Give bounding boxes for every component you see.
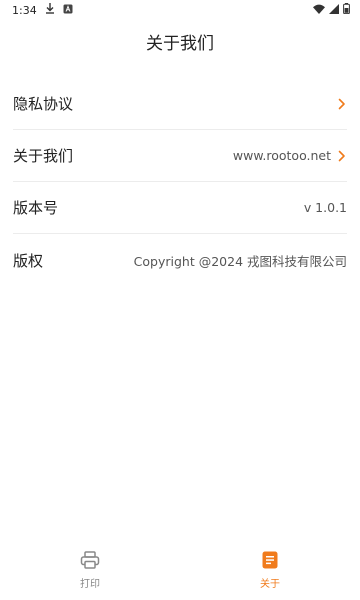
row-label: 版本号 xyxy=(13,199,59,217)
row-label: 隐私协议 xyxy=(13,95,74,113)
row-right: Copyright @2024 戎图科技有限公司 xyxy=(134,251,347,270)
signal-icon xyxy=(329,3,339,17)
battery-icon xyxy=(343,3,350,17)
nav-item-print[interactable]: 打印 xyxy=(0,540,180,600)
row-right: www.rootoo.net xyxy=(233,148,347,163)
nav-label-print: 打印 xyxy=(80,578,100,590)
printer-icon xyxy=(80,550,100,573)
wifi-icon xyxy=(313,4,325,17)
nav-item-about[interactable]: 关于 xyxy=(180,540,360,600)
row-right: v 1.0.1 xyxy=(304,200,347,215)
copyright-value: Copyright @2024 戎图科技有限公司 xyxy=(133,253,347,269)
app-notification-icon xyxy=(63,4,73,17)
status-right xyxy=(313,3,350,17)
nav-label-about: 关于 xyxy=(260,578,280,590)
about-us-row[interactable]: 关于我们 www.rootoo.net xyxy=(13,130,347,182)
status-bar: 1:34 xyxy=(0,0,360,20)
about-screen: 1:34 关于我们 隐私协议 关于我们 www.rootoo.net 版本号 v… xyxy=(0,0,360,600)
chevron-right-icon xyxy=(337,149,347,163)
version-value: v 1.0.1 xyxy=(303,200,347,215)
privacy-policy-row[interactable]: 隐私协议 xyxy=(13,78,347,130)
status-left: 1:34 xyxy=(12,3,73,17)
document-icon xyxy=(262,551,278,573)
copyright-row: 版权 Copyright @2024 戎图科技有限公司 xyxy=(13,234,347,286)
row-label: 关于我们 xyxy=(13,147,74,165)
bottom-nav: 打印 关于 xyxy=(0,540,360,600)
page-title: 关于我们 xyxy=(146,33,214,54)
download-icon xyxy=(45,3,55,17)
header: 关于我们 xyxy=(0,24,360,58)
status-time: 1:34 xyxy=(12,3,37,17)
settings-list: 隐私协议 关于我们 www.rootoo.net 版本号 v 1.0.1 版权 … xyxy=(13,78,347,286)
version-row: 版本号 v 1.0.1 xyxy=(13,182,347,234)
row-right xyxy=(337,97,347,111)
website-value: www.rootoo.net xyxy=(232,148,331,163)
row-label: 版权 xyxy=(13,251,44,270)
chevron-right-icon xyxy=(337,97,347,111)
